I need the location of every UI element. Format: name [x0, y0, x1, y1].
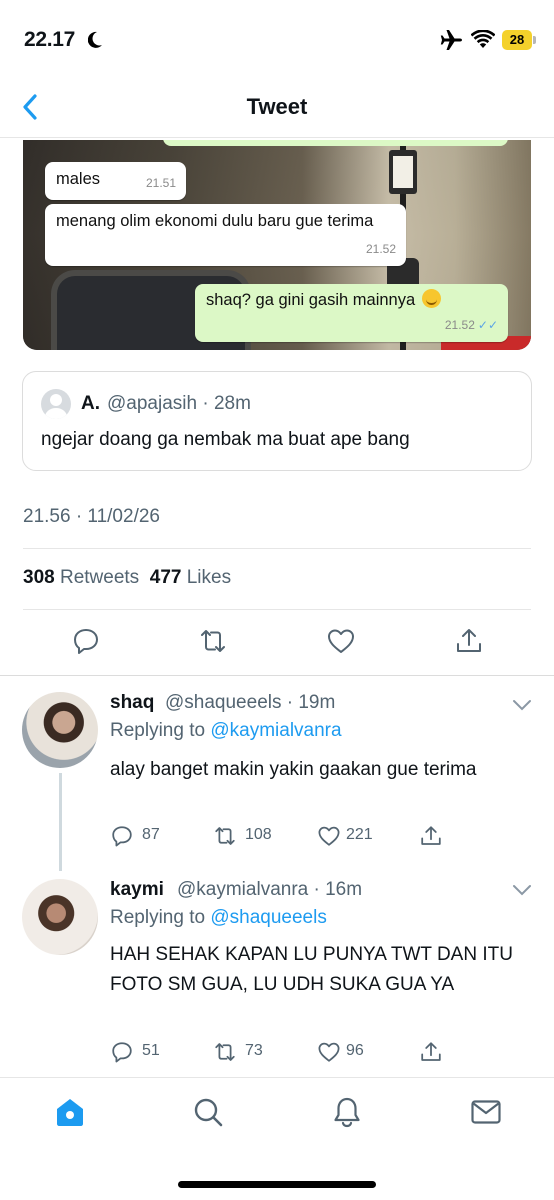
like-icon[interactable]: [326, 626, 356, 656]
retweets-count[interactable]: 308: [23, 567, 55, 588]
wifi-icon: [471, 30, 495, 48]
home-icon[interactable]: [54, 1096, 86, 1128]
reply-icon: [112, 1042, 132, 1063]
airplane-icon: [440, 30, 462, 50]
quote-author-name: A.: [81, 393, 100, 414]
reply-tweet[interactable]: shaq @shaqueeels · 19m Replying to @kaym…: [0, 676, 554, 871]
reply-icon: [112, 826, 132, 847]
battery-indicator: 28: [502, 30, 532, 50]
tweet-timestamp: 21.56 · 11/02/26: [23, 506, 160, 527]
reply-tweet[interactable]: kaymi @kaymialvanra · 16m Replying to @s…: [0, 862, 554, 1074]
chat-message-text: menang olim ekonomi dulu baru gue terima: [56, 212, 374, 230]
quote-author-handle: @apajasih · 28m: [107, 393, 251, 414]
reply-author-handle: @kaymialvanra · 16m: [177, 879, 363, 900]
tweet-media-image[interactable]: males 21.51 menang olim ekonomi dulu bar…: [23, 140, 531, 350]
retweet-count: 73: [245, 1042, 263, 1059]
mention-link[interactable]: @shaqueeels: [210, 907, 326, 928]
page-title: Tweet: [246, 94, 308, 119]
avatar[interactable]: [22, 692, 98, 768]
engagement-counts: 308 Retweets 477 Likes: [23, 567, 231, 589]
status-bar: 22.17 28: [0, 0, 554, 80]
replying-to: Replying to @kaymialvanra: [110, 720, 342, 742]
avatar[interactable]: [22, 879, 98, 955]
header: Tweet: [0, 80, 554, 138]
chat-message-time: 21.51: [145, 176, 176, 190]
thread-connector-line: [59, 773, 62, 871]
avatar: [41, 389, 71, 419]
replying-to-label: Replying to: [110, 907, 206, 928]
replying-to-label: Replying to: [110, 720, 206, 741]
battery-cap: [533, 36, 536, 44]
reply-count: 51: [142, 1042, 160, 1059]
chat-message-time: 21.52: [444, 318, 475, 332]
chat-bubble-incoming: menang olim ekonomi dulu baru gue terima…: [45, 204, 406, 266]
replying-to: Replying to @shaqueeels: [110, 907, 327, 929]
reply-action-bar: 51 73 96: [110, 1038, 510, 1064]
reply-text: HAH SEHAK KAPAN LU PUNYA TWT DAN ITU FOT…: [110, 944, 513, 995]
search-icon[interactable]: [192, 1096, 224, 1128]
share-icon: [421, 826, 441, 845]
moon-icon: [88, 31, 102, 48]
retweet-icon: [215, 827, 235, 845]
quoted-tweet[interactable]: A. @apajasih · 28m ngejar doang ga nemba…: [22, 371, 532, 471]
smile-emoji-icon: [421, 289, 441, 308]
reply-author-handle: @shaqueeels · 19m: [165, 692, 336, 713]
like-count: 221: [346, 826, 373, 843]
reply-author-name[interactable]: shaq: [110, 692, 154, 714]
retweets-label[interactable]: Retweets: [60, 567, 139, 588]
divider: [23, 548, 531, 549]
reply-count: 87: [142, 826, 160, 843]
chevron-down-icon[interactable]: [512, 698, 532, 712]
chat-bubble-outgoing: shaq? ga gini gasih mainnya 21.52 ✓✓: [195, 284, 508, 342]
chat-bubble-incoming: males 21.51: [45, 162, 186, 200]
retweet-icon[interactable]: [198, 626, 228, 656]
chat-message-time: 21.52: [365, 242, 396, 256]
like-icon: [318, 1042, 340, 1062]
like-count: 96: [346, 1042, 364, 1059]
mention-link[interactable]: @kaymialvanra: [210, 720, 341, 741]
retweet-count: 108: [245, 826, 272, 843]
share-icon[interactable]: [454, 626, 484, 656]
likes-count[interactable]: 477: [150, 567, 182, 588]
chat-bubble-cut-off: [163, 140, 508, 146]
chat-message-text: males: [56, 170, 101, 188]
chevron-down-icon[interactable]: [512, 883, 532, 897]
tweet-action-bar: [0, 622, 554, 662]
quote-text: ngejar doang ga nembak ma buat ape bang: [41, 429, 410, 450]
share-icon: [421, 1042, 441, 1061]
like-icon: [318, 826, 340, 846]
messages-icon[interactable]: [470, 1096, 502, 1128]
likes-label[interactable]: Likes: [187, 567, 231, 588]
retweet-icon: [215, 1043, 235, 1061]
home-indicator[interactable]: [178, 1181, 376, 1188]
double-check-icon: ✓✓: [477, 318, 498, 332]
chat-message-text: shaq? ga gini gasih mainnya: [206, 291, 416, 309]
notifications-icon[interactable]: [331, 1096, 363, 1128]
reply-action-bar: 87 108 221: [110, 822, 510, 848]
reply-author-name[interactable]: kaymi: [110, 879, 164, 901]
reply-icon[interactable]: [71, 626, 101, 656]
divider: [23, 609, 531, 610]
status-time: 22.17: [24, 28, 76, 51]
reply-text: alay banget makin yakin gaakan gue terim…: [110, 759, 477, 780]
